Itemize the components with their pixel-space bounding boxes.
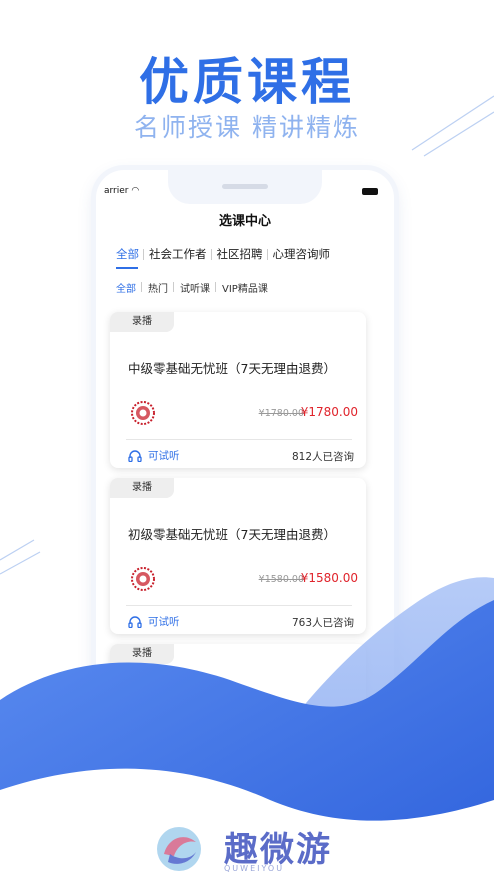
brand-logo-icon [157,827,201,871]
promo-screen: 优质课程 名师授课 精讲精炼 arrier ◠ 选课中心 全部 社会工作者 社区… [0,0,494,880]
brand-pinyin: QUWEIYOU [224,864,285,873]
wave-background [0,577,494,880]
brand-footer: 趣微游 QUWEIYOU [154,822,354,874]
